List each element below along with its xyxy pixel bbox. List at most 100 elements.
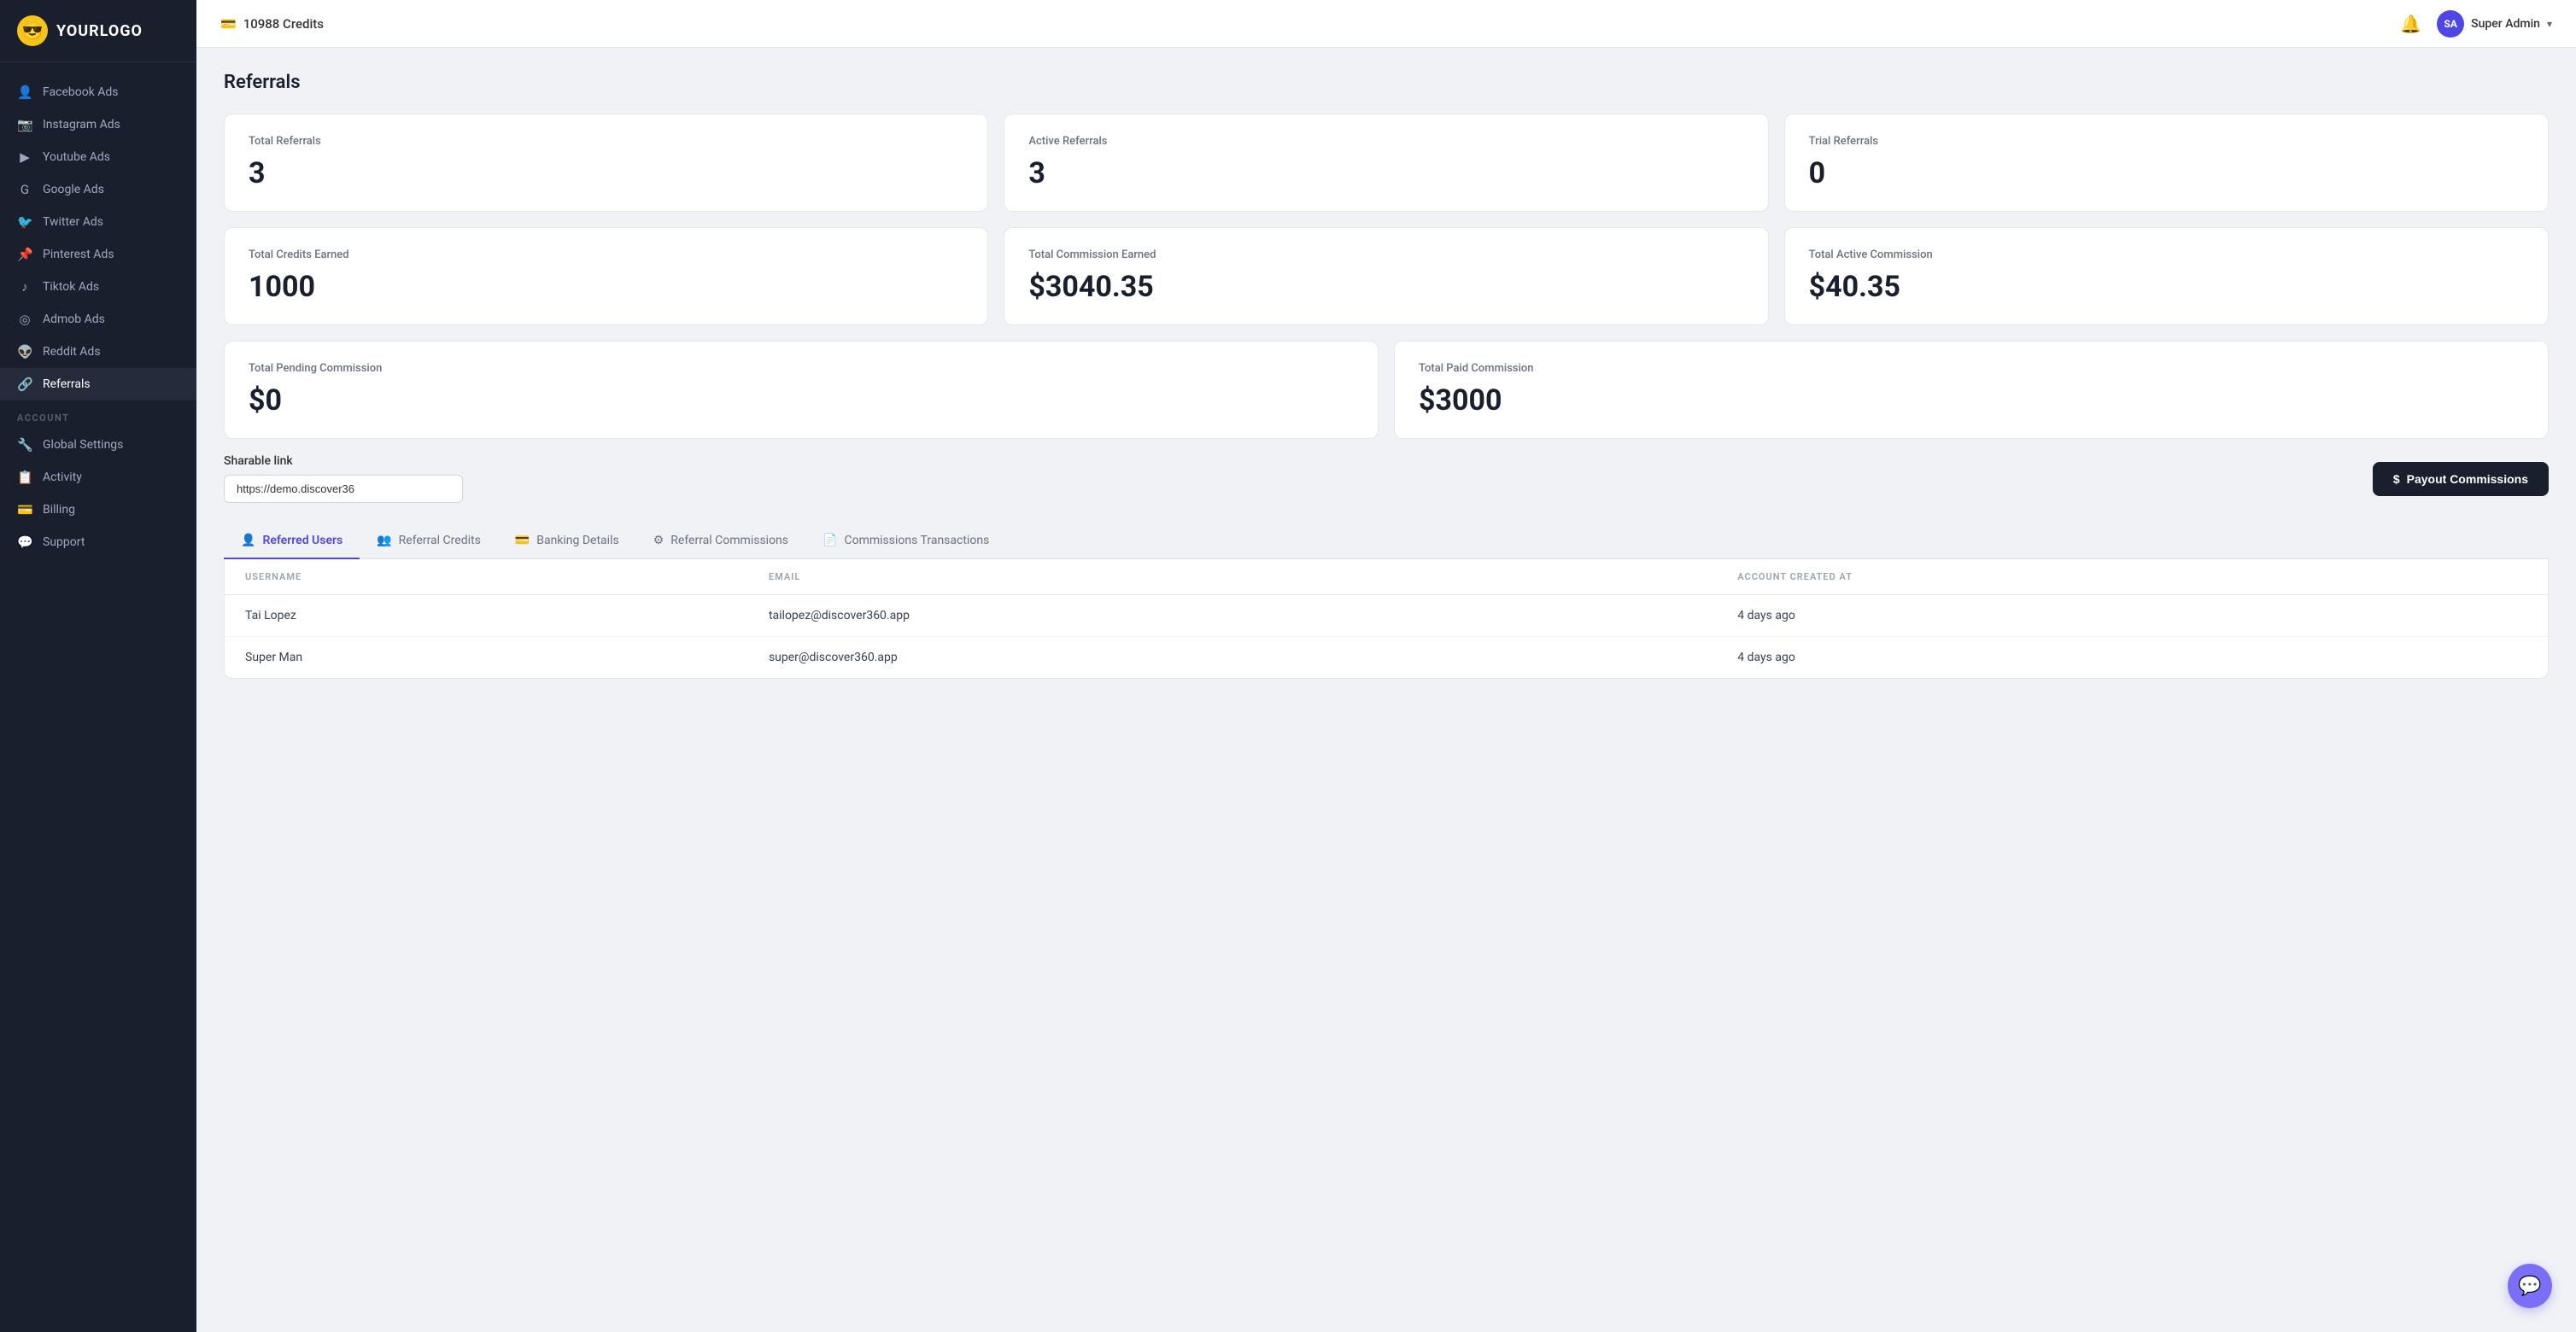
cell-account-created-at: 4 days ago — [1717, 595, 2548, 637]
youtube-ads-icon: ▶ — [17, 149, 32, 165]
sidebar-item-global-settings[interactable]: 🔧 Global Settings — [0, 429, 196, 461]
payout-dollar-icon: $ — [2393, 472, 2400, 486]
sidebar-item-tiktok-ads[interactable]: ♪ Tiktok Ads — [0, 271, 196, 303]
sidebar-nav: 👤 Facebook Ads 📷 Instagram Ads ▶ Youtube… — [0, 62, 196, 1332]
table-row: Tai Lopez tailopez@discover360.app 4 day… — [225, 595, 2548, 637]
table-row: Super Man super@discover360.app 4 days a… — [225, 637, 2548, 679]
credits-icon: 💳 — [220, 16, 237, 32]
sidebar-item-label: Support — [43, 535, 85, 549]
cell-username: Super Man — [225, 637, 748, 679]
tiktok-ads-icon: ♪ — [17, 279, 32, 295]
stat-label: Trial Referrals — [1809, 135, 2524, 148]
sidebar-item-facebook-ads[interactable]: 👤 Facebook Ads — [0, 76, 196, 108]
stat-value: 3 — [1028, 156, 1743, 190]
sidebar-item-admob-ads[interactable]: ◎ Admob Ads — [0, 303, 196, 336]
sharable-link-input[interactable] — [224, 475, 463, 503]
header-credits: 💳 10988 Credits — [220, 16, 324, 32]
billing-icon: 💳 — [17, 502, 32, 517]
stat-card-paid-commission: Total Paid Commission $3000 — [1394, 341, 2549, 439]
referred-users-table: USERNAME EMAIL ACCOUNT CREATED AT Tai Lo… — [225, 559, 2548, 678]
tab-referred-users[interactable]: 👤 Referred Users — [224, 523, 360, 559]
admob-ads-icon: ◎ — [17, 312, 32, 327]
tab-label: Banking Details — [536, 534, 618, 547]
stat-card-total-active-commission: Total Active Commission $40.35 — [1784, 227, 2549, 325]
chat-bubble-button[interactable]: 💬 — [2508, 1264, 2552, 1308]
activity-icon: 📋 — [17, 470, 32, 485]
global-settings-icon: 🔧 — [17, 437, 32, 453]
payout-commissions-button[interactable]: $ Payout Commissions — [2373, 462, 2549, 496]
header: 💳 10988 Credits 🔔 SA Super Admin ▾ — [196, 0, 2576, 48]
sidebar-item-instagram-ads[interactable]: 📷 Instagram Ads — [0, 108, 196, 141]
col-header-username: USERNAME — [225, 559, 748, 595]
sidebar-item-support[interactable]: 💬 Support — [0, 526, 196, 558]
stat-card-total-commission: Total Commission Earned $3040.35 — [1004, 227, 1768, 325]
user-badge[interactable]: SA Super Admin ▾ — [2437, 10, 2552, 38]
referred-users-icon: 👤 — [241, 534, 255, 547]
sidebar-item-twitter-ads[interactable]: 🐦 Twitter Ads — [0, 206, 196, 238]
sidebar: 😎 YOURLOGO 👤 Facebook Ads 📷 Instagram Ad… — [0, 0, 196, 1332]
referrals-icon: 🔗 — [17, 377, 32, 392]
sidebar-item-label: Global Settings — [43, 438, 123, 452]
user-name: Super Admin — [2471, 17, 2540, 31]
payout-button-label: Payout Commissions — [2407, 472, 2528, 486]
sidebar-item-label: Youtube Ads — [43, 150, 110, 164]
tabs: 👤 Referred Users 👥 Referral Credits 💳 Ba… — [224, 523, 2549, 559]
stat-label: Total Active Commission — [1809, 248, 2524, 261]
stat-card-pending-commission: Total Pending Commission $0 — [224, 341, 1379, 439]
sidebar-item-label: Instagram Ads — [43, 118, 120, 131]
stat-value: 3 — [249, 156, 963, 190]
cell-username: Tai Lopez — [225, 595, 748, 637]
main-area: 💳 10988 Credits 🔔 SA Super Admin ▾ Refer… — [196, 0, 2576, 1332]
stat-value: $0 — [249, 383, 1354, 418]
avatar: SA — [2437, 10, 2464, 38]
cell-email: tailopez@discover360.app — [748, 595, 1717, 637]
tab-label: Referral Commissions — [670, 534, 788, 547]
stat-label: Total Paid Commission — [1419, 362, 2524, 375]
notification-bell-icon[interactable]: 🔔 — [2400, 14, 2421, 34]
sharable-link-section: Sharable link $ Payout Commissions — [224, 454, 2549, 503]
sidebar-item-label: Facebook Ads — [43, 85, 119, 99]
sidebar-item-label: Twitter Ads — [43, 215, 103, 229]
chevron-down-icon: ▾ — [2547, 18, 2552, 30]
reddit-ads-icon: 👽 — [17, 344, 32, 359]
stats-row-3: Total Pending Commission $0 Total Paid C… — [224, 341, 2549, 439]
logo-icon: 😎 — [17, 15, 48, 46]
chat-bubble-icon: 💬 — [2518, 1276, 2541, 1297]
logo-text: YOURLOGO — [56, 22, 143, 40]
tab-referral-commissions[interactable]: ⚙ Referral Commissions — [636, 523, 805, 559]
sidebar-item-label: Pinterest Ads — [43, 248, 114, 261]
referral-credits-icon: 👥 — [377, 534, 391, 547]
sidebar-item-youtube-ads[interactable]: ▶ Youtube Ads — [0, 141, 196, 173]
google-ads-icon: G — [17, 182, 32, 197]
tab-banking-details[interactable]: 💳 Banking Details — [498, 523, 636, 559]
stat-label: Total Pending Commission — [249, 362, 1354, 375]
twitter-ads-icon: 🐦 — [17, 214, 32, 230]
stat-label: Total Credits Earned — [249, 248, 963, 261]
tab-label: Referred Users — [262, 534, 342, 547]
sidebar-item-billing[interactable]: 💳 Billing — [0, 494, 196, 526]
referred-users-table-wrapper: USERNAME EMAIL ACCOUNT CREATED AT Tai Lo… — [224, 559, 2549, 679]
stat-card-total-credits: Total Credits Earned 1000 — [224, 227, 988, 325]
col-header-email: EMAIL — [748, 559, 1717, 595]
sidebar-item-reddit-ads[interactable]: 👽 Reddit Ads — [0, 336, 196, 368]
sidebar-item-referrals[interactable]: 🔗 Referrals — [0, 368, 196, 400]
sidebar-item-activity[interactable]: 📋 Activity — [0, 461, 196, 494]
stat-label: Total Commission Earned — [1028, 248, 1743, 261]
account-section-label: ACCOUNT — [0, 400, 196, 429]
page-title: Referrals — [224, 72, 2549, 93]
stat-value: $3040.35 — [1028, 270, 1743, 304]
support-icon: 💬 — [17, 535, 32, 550]
stat-label: Total Referrals — [249, 135, 963, 148]
link-left: Sharable link — [224, 454, 463, 503]
sidebar-item-label: Admob Ads — [43, 313, 105, 326]
stats-row-1: Total Referrals 3 Active Referrals 3 Tri… — [224, 114, 2549, 212]
content-area: Referrals Total Referrals 3 Active Refer… — [196, 48, 2576, 1332]
tab-commissions-transactions[interactable]: 📄 Commissions Transactions — [805, 523, 1006, 559]
sidebar-item-pinterest-ads[interactable]: 📌 Pinterest Ads — [0, 238, 196, 271]
tab-referral-credits[interactable]: 👥 Referral Credits — [360, 523, 498, 559]
stat-value: $3000 — [1419, 383, 2524, 418]
sidebar-item-google-ads[interactable]: G Google Ads — [0, 173, 196, 206]
sidebar-item-label: Tiktok Ads — [43, 280, 99, 294]
stats-row-2: Total Credits Earned 1000 Total Commissi… — [224, 227, 2549, 325]
header-right: 🔔 SA Super Admin ▾ — [2400, 10, 2552, 38]
